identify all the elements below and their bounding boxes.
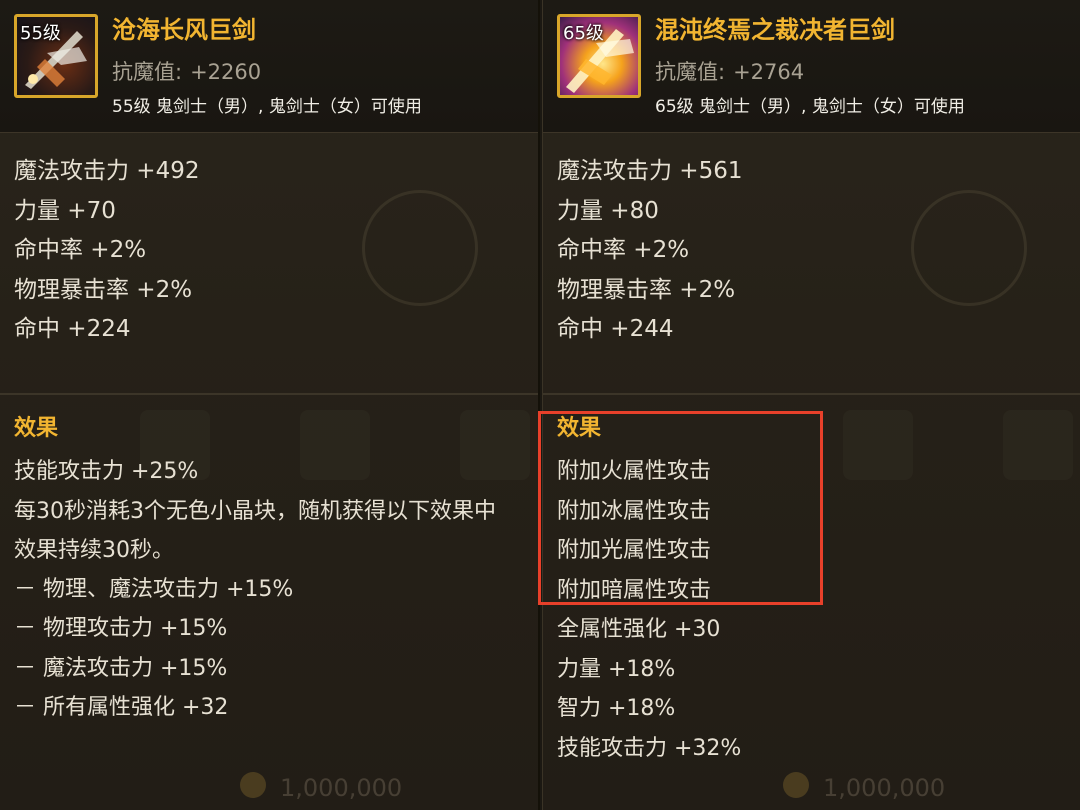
effect-line: 技能攻击力 +32% xyxy=(557,735,742,761)
effect-list: 技能攻击力 +25% 每30秒消耗3个无色小晶块，随机获得以下效果中 效果持续3… xyxy=(14,452,496,728)
stat-line: 魔法攻击力 +492 xyxy=(14,158,200,184)
stat-list: 魔法攻击力 +561 力量 +80 命中率 +2% 物理暴击率 +2% 命中 +… xyxy=(557,152,742,350)
stat-line: 力量 +80 xyxy=(557,197,659,224)
effect-line: 力量 +18% xyxy=(557,656,676,682)
background-emblem xyxy=(362,190,478,306)
item-header: 55级 沧海长风巨剑 抗魔值: +2260 55级 鬼剑士（男）, 鬼剑士（女）可… xyxy=(0,0,538,133)
magic-resist-label: 抗魔值: xyxy=(112,60,183,84)
stat-line: 命中 +244 xyxy=(557,316,674,342)
effect-line: 每30秒消耗3个无色小晶块，随机获得以下效果中 xyxy=(14,498,496,524)
background-slot xyxy=(843,410,913,480)
section-divider xyxy=(0,393,538,395)
craft-cost-value: 1,000,000 xyxy=(280,774,403,802)
level-badge: 65级 xyxy=(563,23,604,44)
effect-title: 效果 xyxy=(14,416,59,441)
usable-classes: 55级 鬼剑士（男）, 鬼剑士（女）可使用 xyxy=(112,97,422,117)
stat-line: 物理暴击率 +2% xyxy=(14,276,193,303)
stat-line: 魔法攻击力 +561 xyxy=(557,158,743,184)
stat-line: 命中率 +2% xyxy=(557,237,690,263)
greatsword-icon[interactable]: 65级 xyxy=(557,14,641,98)
magic-resist-label: 抗魔值: xyxy=(655,60,726,84)
section-divider xyxy=(543,393,1080,395)
magic-resist-value: +2764 xyxy=(733,60,805,84)
effect-line: － 魔法攻击力 +15% xyxy=(14,655,228,681)
background-slot xyxy=(1003,410,1073,480)
gold-coin-icon xyxy=(783,772,809,798)
item-name: 沧海长风巨剑 xyxy=(112,16,256,44)
effect-line: － 所有属性强化 +32 xyxy=(14,695,229,720)
item-tooltip-right: 65级 混沌终焉之裁决者巨剑 抗魔值: +2764 65级 鬼剑士（男）, 鬼剑士… xyxy=(542,0,1080,810)
stat-line: 物理暴击率 +2% xyxy=(557,276,736,303)
effect-line: 技能攻击力 +25% xyxy=(14,459,199,484)
item-name: 混沌终焉之裁决者巨剑 xyxy=(655,16,895,44)
level-badge: 55级 xyxy=(20,23,61,44)
highlight-annotation-box xyxy=(538,411,823,605)
effect-line: 效果持续30秒。 xyxy=(14,537,174,563)
craft-cost-value: 1,000,000 xyxy=(823,774,946,802)
background-emblem xyxy=(911,190,1027,306)
magic-resist: 抗魔值: +2764 xyxy=(655,56,804,86)
greatsword-icon[interactable]: 55级 xyxy=(14,14,98,98)
effect-line: － 物理、魔法攻击力 +15% xyxy=(14,576,294,602)
item-header: 65级 混沌终焉之裁决者巨剑 抗魔值: +2764 65级 鬼剑士（男）, 鬼剑士… xyxy=(543,0,1080,133)
stat-line: 命中率 +2% xyxy=(14,237,147,263)
stat-list: 魔法攻击力 +492 力量 +70 命中率 +2% 物理暴击率 +2% 命中 +… xyxy=(14,152,199,350)
effect-line: 智力 +18% xyxy=(557,696,676,721)
item-tooltip-left: 55级 沧海长风巨剑 抗魔值: +2260 55级 鬼剑士（男）, 鬼剑士（女）可… xyxy=(0,0,540,810)
effect-line: － 物理攻击力 +15% xyxy=(14,616,228,641)
effect-line: 全属性强化 +30 xyxy=(557,617,721,642)
stat-line: 力量 +70 xyxy=(14,197,116,224)
magic-resist: 抗魔值: +2260 xyxy=(112,56,261,86)
stat-line: 命中 +224 xyxy=(14,316,131,342)
gold-coin-icon xyxy=(240,772,266,798)
usable-classes: 65级 鬼剑士（男）, 鬼剑士（女）可使用 xyxy=(655,97,965,117)
magic-resist-value: +2260 xyxy=(190,60,262,84)
